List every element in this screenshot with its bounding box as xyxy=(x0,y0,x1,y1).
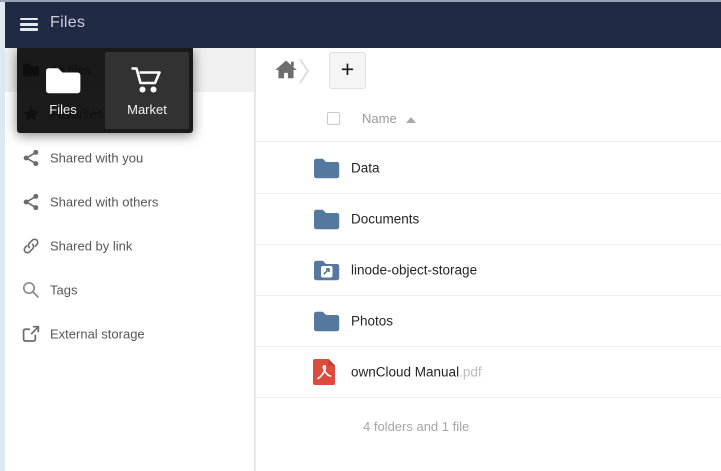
sort-ascending-icon[interactable] xyxy=(406,117,416,123)
window-top-edge xyxy=(0,0,721,2)
top-bar: Files xyxy=(5,0,721,48)
pdf-file-icon xyxy=(312,358,337,386)
app-menu-item-files[interactable]: Files xyxy=(21,52,105,129)
chevron-right-icon xyxy=(298,53,310,89)
file-row-documents[interactable]: Documents xyxy=(256,194,721,245)
external-link-icon xyxy=(22,325,40,343)
sidebar-item-external-storage[interactable]: External storage xyxy=(5,312,254,356)
sidebar-item-label: Shared with you xyxy=(50,151,143,166)
sidebar-item-shared-with-you[interactable]: Shared with you xyxy=(5,136,254,180)
file-list-panel: + Name Data Documents linode-object-stor… xyxy=(256,48,721,471)
file-row-owncloud-manual-pdf[interactable]: ownCloud Manual.pdf xyxy=(256,347,721,398)
sidebar-item-shared-by-link[interactable]: Shared by link xyxy=(5,224,254,268)
folder-icon xyxy=(313,157,340,180)
file-name: Data xyxy=(351,161,380,176)
column-header-name[interactable]: Name xyxy=(362,111,397,126)
folder-icon xyxy=(45,65,81,95)
share-icon xyxy=(22,149,40,167)
file-name: ownCloud Manual.pdf xyxy=(351,365,482,380)
app-menu-icon[interactable] xyxy=(20,18,38,31)
sidebar-item-label: Shared by link xyxy=(50,239,132,254)
app-menu-item-label: Market xyxy=(127,102,167,117)
share-icon xyxy=(22,193,40,211)
link-icon xyxy=(22,237,40,255)
magnifier-icon xyxy=(22,281,40,299)
file-row-data[interactable]: Data xyxy=(256,143,721,194)
sidebar-item-shared-with-others[interactable]: Shared with others xyxy=(5,180,254,224)
file-basename: ownCloud Manual xyxy=(351,365,459,380)
sidebar-item-label: Shared with others xyxy=(50,195,158,210)
file-name: linode-object-storage xyxy=(351,263,477,278)
folder-icon xyxy=(313,310,340,333)
home-icon[interactable] xyxy=(273,57,299,83)
file-row-photos[interactable]: Photos xyxy=(256,296,721,347)
file-table-header: Name xyxy=(256,96,721,142)
file-extension: .pdf xyxy=(459,365,482,380)
app-title: Files xyxy=(50,14,85,32)
sidebar-item-label: Tags xyxy=(50,283,77,298)
file-name: Photos xyxy=(351,314,393,329)
app-menu-item-label: Files xyxy=(49,102,76,117)
external-folder-icon xyxy=(313,259,340,282)
app-menu-popover: Files Market xyxy=(17,48,193,133)
cart-icon xyxy=(129,65,165,95)
file-list-summary: 4 folders and 1 file xyxy=(363,419,469,434)
new-file-button[interactable]: + xyxy=(329,52,366,89)
select-all-checkbox[interactable] xyxy=(327,112,340,125)
folder-icon xyxy=(313,208,340,231)
file-row-linode-object-storage[interactable]: linode-object-storage xyxy=(256,245,721,296)
sidebar-item-label: External storage xyxy=(50,327,145,342)
app-menu-item-market[interactable]: Market xyxy=(105,52,189,129)
file-name: Documents xyxy=(351,212,419,227)
sidebar-item-tags[interactable]: Tags xyxy=(5,268,254,312)
